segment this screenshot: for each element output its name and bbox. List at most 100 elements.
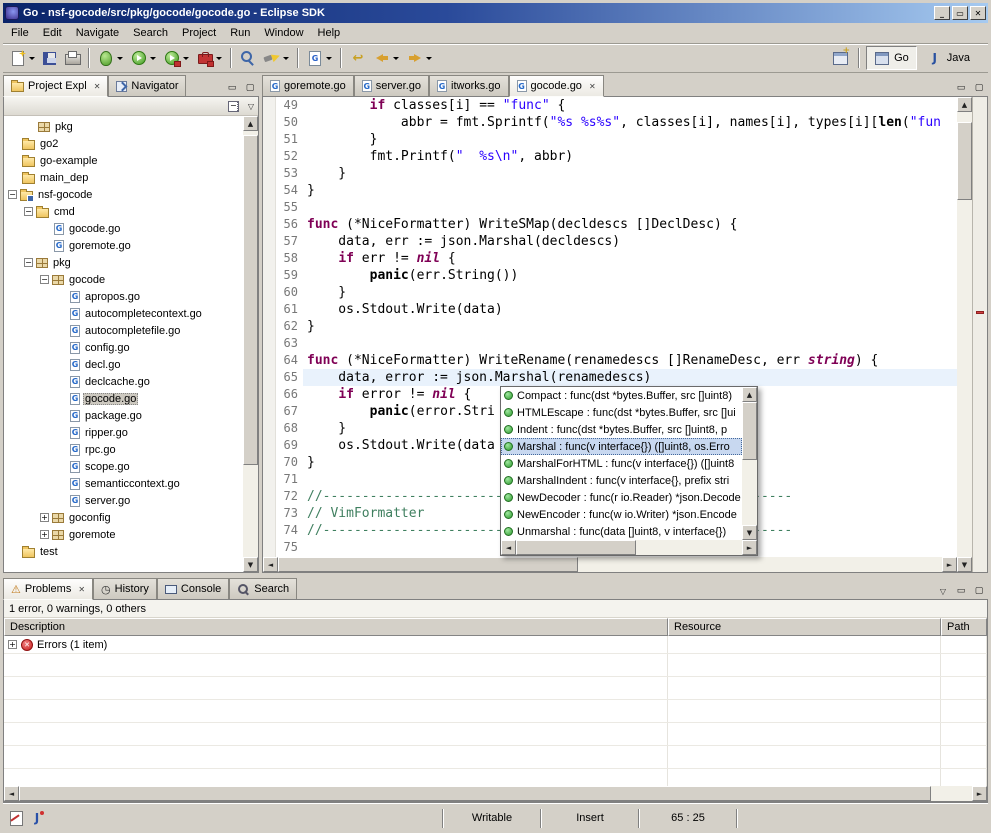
view-tab-problems[interactable]: Problems✕ — [3, 578, 93, 600]
autocomplete-item-indent[interactable]: Indent : func(dst *bytes.Buffer, src []u… — [501, 421, 742, 438]
code-line[interactable]: if classes[i] == "func" { — [303, 97, 957, 114]
collapse-icon[interactable]: − — [8, 190, 17, 199]
external-tools-button[interactable] — [193, 46, 226, 70]
editor-vscrollbar[interactable]: ▲ ▼ — [957, 97, 972, 572]
scrollbar-track[interactable] — [278, 557, 942, 572]
maximize-button[interactable]: ▭ — [952, 6, 968, 20]
tree-item-apropos-go[interactable]: apropos.go — [4, 288, 243, 305]
autocomplete-item-marshalindent[interactable]: MarshalIndent : func(v interface{}, pref… — [501, 472, 742, 489]
tree-item-goremote-go[interactable]: goremote.go — [4, 237, 243, 254]
expand-icon[interactable]: + — [40, 530, 49, 539]
tree-item-cmd[interactable]: −cmd — [4, 203, 243, 220]
autocomplete-item-marshalforhtml[interactable]: MarshalForHTML : func(v interface{}) ([]… — [501, 455, 742, 472]
scroll-down-icon[interactable]: ▼ — [742, 525, 757, 540]
dropdown-arrow-icon[interactable] — [183, 57, 189, 60]
tree-item-decl-go[interactable]: decl.go — [4, 356, 243, 373]
menu-project[interactable]: Project — [175, 24, 223, 42]
autocomplete-hscrollbar[interactable]: ◄ ► — [501, 540, 757, 555]
column-header-resource[interactable]: Resource — [668, 618, 941, 636]
problems-row-errors[interactable]: +Errors (1 item) — [4, 636, 987, 654]
editor-tab-gocode-go[interactable]: gocode.go✕ — [509, 75, 604, 97]
scrollbar-track[interactable] — [19, 786, 972, 801]
back-button[interactable] — [370, 46, 403, 70]
collapse-icon[interactable]: − — [24, 258, 33, 267]
dropdown-arrow-icon[interactable] — [283, 57, 289, 60]
autocomplete-item-compact[interactable]: Compact : func(dst *bytes.Buffer, src []… — [501, 387, 742, 404]
perspective-java-button[interactable]: Java — [919, 46, 978, 70]
scrollbar-track[interactable] — [742, 402, 757, 525]
autocomplete-vscrollbar[interactable]: ▲ ▼ — [742, 387, 757, 540]
code-line[interactable]: } — [303, 165, 957, 182]
title-bar[interactable]: Go - nsf-gocode/src/pkg/gocode/gocode.go… — [3, 3, 988, 23]
code-line[interactable]: data, error := json.Marshal(renamedescs) — [303, 369, 957, 386]
maximize-editor-button[interactable]: ▢ — [970, 80, 988, 96]
menu-window[interactable]: Window — [257, 24, 310, 42]
autocomplete-item-newencoder[interactable]: NewEncoder : func(w io.Writer) *json.Enc… — [501, 506, 742, 523]
scroll-right-icon[interactable]: ► — [742, 540, 757, 555]
perspective-go-button[interactable]: Go — [866, 46, 917, 70]
tree-item-nsf-gocode[interactable]: −nsf-gocode — [4, 186, 243, 203]
new-element-button[interactable] — [303, 46, 336, 70]
debug-button[interactable] — [94, 46, 127, 70]
code-line[interactable] — [303, 335, 957, 352]
code-line[interactable]: func (*NiceFormatter) WriteRename(rename… — [303, 352, 957, 369]
code-line[interactable]: } — [303, 318, 957, 335]
view-tab-project-expl[interactable]: Project Expl✕ — [3, 75, 108, 97]
scrollbar-thumb[interactable] — [957, 122, 972, 200]
scrollbar-thumb[interactable] — [278, 557, 578, 572]
maximize-view-button[interactable]: ▢ — [241, 80, 259, 96]
autocomplete-item-htmlescape[interactable]: HTMLEscape : func(dst *bytes.Buffer, src… — [501, 404, 742, 421]
view-tab-history[interactable]: History — [93, 578, 157, 599]
code-line[interactable]: } — [303, 182, 957, 199]
scrollbar-track[interactable] — [957, 112, 972, 557]
scroll-right-icon[interactable]: ► — [972, 786, 987, 801]
code-line[interactable]: os.Stdout.Write(data) — [303, 301, 957, 318]
tree-item-autocompletecontext-go[interactable]: autocompletecontext.go — [4, 305, 243, 322]
editor-hscrollbar[interactable]: ◄ ► — [263, 557, 957, 572]
tree-item-autocompletefile-go[interactable]: autocompletefile.go — [4, 322, 243, 339]
view-tab-navigator[interactable]: Navigator — [108, 75, 186, 96]
tree-vscrollbar[interactable]: ▲ ▼ — [243, 116, 258, 572]
minimize-view-button[interactable]: ▭ — [952, 583, 970, 599]
save-button[interactable] — [39, 46, 60, 70]
scroll-left-icon[interactable]: ◄ — [4, 786, 19, 801]
editor-tab-itworks-go[interactable]: itworks.go — [429, 75, 509, 96]
error-marker[interactable] — [976, 311, 984, 314]
minimize-button[interactable]: _ — [934, 6, 950, 20]
collapse-all-icon[interactable] — [228, 100, 242, 113]
expand-icon[interactable]: + — [8, 640, 17, 649]
view-tab-console[interactable]: Console — [157, 578, 229, 599]
view-menu-icon[interactable]: ▽ — [934, 583, 952, 599]
column-header-path[interactable]: Path — [941, 618, 987, 636]
tree-item-scope-go[interactable]: scope.go — [4, 458, 243, 475]
menu-file[interactable]: File — [4, 24, 36, 42]
tree-item-pkg[interactable]: −pkg — [4, 254, 243, 271]
tree-item-gocode-go[interactable]: gocode.go — [4, 390, 243, 407]
close-button[interactable]: ✕ — [970, 6, 986, 20]
view-tab-search[interactable]: Search — [229, 578, 297, 599]
dropdown-arrow-icon[interactable] — [393, 57, 399, 60]
maximize-view-button[interactable]: ▢ — [970, 583, 988, 599]
dropdown-arrow-icon[interactable] — [216, 57, 222, 60]
tree-item-package-go[interactable]: package.go — [4, 407, 243, 424]
code-line[interactable]: if err != nil { — [303, 250, 957, 267]
autocomplete-item-unmarshal[interactable]: Unmarshal : func(data []uint8, v interfa… — [501, 523, 742, 540]
menu-navigate[interactable]: Navigate — [69, 24, 126, 42]
collapse-icon[interactable]: − — [40, 275, 49, 284]
line-number-ruler[interactable]: 4950515253545556575859606162636465666768… — [276, 97, 303, 557]
scroll-up-icon[interactable]: ▲ — [957, 97, 972, 112]
code-line[interactable]: data, err := json.Marshal(decldescs) — [303, 233, 957, 250]
tree-item-goremote[interactable]: +goremote — [4, 526, 243, 543]
menu-edit[interactable]: Edit — [36, 24, 69, 42]
collapse-icon[interactable]: − — [24, 207, 33, 216]
tree-item-gocode[interactable]: −gocode — [4, 271, 243, 288]
editor-tab-server-go[interactable]: server.go — [354, 75, 429, 96]
tree-item-server-go[interactable]: server.go — [4, 492, 243, 509]
scrollbar-thumb[interactable] — [243, 135, 258, 465]
close-icon[interactable]: ✕ — [94, 82, 101, 91]
scroll-left-icon[interactable]: ◄ — [501, 540, 516, 555]
view-menu-icon[interactable]: ▽ — [248, 102, 254, 111]
tree-item-semanticcontext-go[interactable]: semanticcontext.go — [4, 475, 243, 492]
print-button[interactable] — [60, 46, 84, 70]
dropdown-arrow-icon[interactable] — [29, 57, 35, 60]
